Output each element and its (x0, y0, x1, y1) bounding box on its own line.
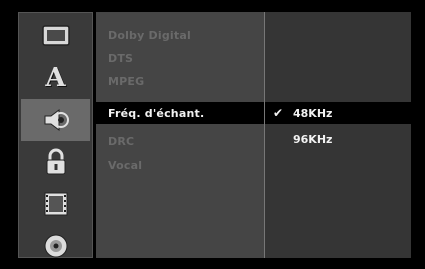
audio-menu-list: Dolby Digital DTS MPEG Fréq. d'échant. D… (96, 12, 265, 258)
sidebar-item-lock[interactable] (21, 141, 90, 183)
option-item-48khz[interactable]: ✔ 48KHz (265, 102, 411, 124)
checkmark-icon: ✔ (272, 106, 284, 120)
menu-item-sample-frequency[interactable]: Fréq. d'échant. (96, 102, 264, 124)
menu-item-label: MPEG (108, 74, 145, 88)
option-item-96khz[interactable]: 96KHz (265, 128, 411, 150)
menu-item-dts[interactable]: DTS (96, 47, 264, 69)
menu-item-mpeg[interactable]: MPEG (96, 70, 264, 92)
settings-panel: Dolby Digital DTS MPEG Fréq. d'échant. D… (96, 12, 411, 258)
menu-item-drc[interactable]: DRC (96, 130, 264, 152)
menu-item-label: Vocal (108, 158, 143, 172)
sidebar-item-display[interactable] (21, 15, 90, 57)
category-sidebar: A (18, 12, 93, 258)
sidebar-item-disc[interactable] (21, 225, 90, 267)
setup-screen: A Dolby Digital DTS MPEG Fréq. d'échant.… (0, 0, 425, 269)
option-list: ✔ 48KHz 96KHz (265, 12, 411, 258)
sidebar-item-audio[interactable] (21, 99, 90, 141)
disc-icon (44, 234, 67, 258)
menu-item-label: DRC (108, 134, 135, 148)
menu-item-vocal[interactable]: Vocal (96, 154, 264, 176)
sidebar-item-film[interactable] (21, 183, 90, 225)
audio-speaker-icon (44, 109, 69, 131)
lock-icon (46, 148, 65, 175)
sidebar-item-language[interactable]: A (21, 57, 90, 99)
option-label: 48KHz (293, 106, 333, 120)
menu-item-label: Fréq. d'échant. (108, 106, 205, 120)
menu-item-label: Dolby Digital (108, 28, 191, 42)
monitor-icon (41, 25, 70, 46)
language-a-icon: A (45, 63, 66, 93)
option-label: 96KHz (293, 132, 333, 146)
film-icon (44, 192, 67, 216)
menu-item-label: DTS (108, 51, 134, 65)
menu-item-dolby-digital[interactable]: Dolby Digital (96, 24, 264, 46)
